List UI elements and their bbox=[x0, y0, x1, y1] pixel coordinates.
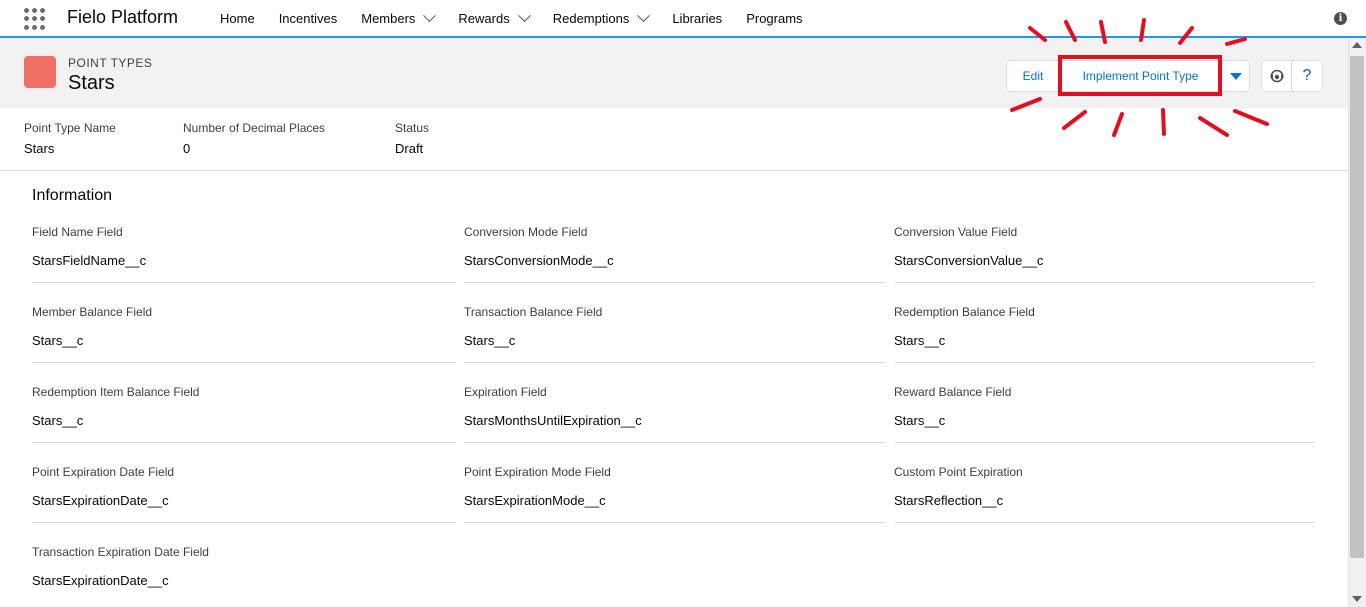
field-value: StarsExpirationDate__c bbox=[32, 493, 169, 508]
scroll-up-arrow-icon[interactable] bbox=[1352, 42, 1362, 48]
field-redemption-balance: Redemption Balance Field Stars__c bbox=[894, 305, 1315, 363]
field-label: Custom Point Expiration bbox=[894, 465, 1023, 479]
field-label: Reward Balance Field bbox=[894, 385, 1012, 399]
field-transaction-balance: Transaction Balance Field Stars__c bbox=[464, 305, 886, 363]
field-value: Stars__c bbox=[464, 333, 516, 348]
field-value: StarsExpirationDate__c bbox=[32, 573, 169, 588]
field-expiration: Expiration Field StarsMonthsUntilExpirat… bbox=[464, 385, 886, 443]
highlight-label: Point Type Name bbox=[24, 121, 116, 135]
field-conversion-value: Conversion Value Field StarsConversionVa… bbox=[894, 225, 1315, 283]
field-label: Redemption Item Balance Field bbox=[32, 385, 200, 399]
field-label: Field Name Field bbox=[32, 225, 123, 239]
scrollbar-thumb[interactable] bbox=[1350, 56, 1364, 558]
field-label: Conversion Mode Field bbox=[464, 225, 588, 239]
highlight-value: 0 bbox=[183, 141, 191, 156]
field-value: Stars__c bbox=[32, 413, 84, 428]
field-label: Point Expiration Mode Field bbox=[464, 465, 611, 479]
field-label: Conversion Value Field bbox=[894, 225, 1018, 239]
field-label: Point Expiration Date Field bbox=[32, 465, 175, 479]
field-value: StarsExpirationMode__c bbox=[464, 493, 606, 508]
field-redemption-item-balance: Redemption Item Balance Field Stars__c bbox=[32, 385, 456, 443]
field-reward-balance: Reward Balance Field Stars__c bbox=[894, 385, 1315, 443]
field-conversion-mode: Conversion Mode Field StarsConversionMod… bbox=[464, 225, 886, 283]
section-title: Information bbox=[32, 187, 113, 204]
highlight-value: Draft bbox=[395, 141, 424, 156]
field-value: Stars__c bbox=[894, 413, 946, 428]
highlights-panel: Point Type Name Stars Number of Decimal … bbox=[0, 108, 1348, 171]
field-value: StarsConversionValue__c bbox=[894, 253, 1044, 268]
field-member-balance: Member Balance Field Stars__c bbox=[32, 305, 456, 363]
field-value: StarsMonthsUntilExpiration__c bbox=[464, 413, 642, 428]
highlight-decimal-places: Number of Decimal Places 0 bbox=[183, 121, 325, 156]
highlight-value: Stars bbox=[24, 141, 55, 156]
highlight-point-type-name: Point Type Name Stars bbox=[24, 121, 116, 156]
field-value: StarsReflection__c bbox=[894, 493, 1004, 508]
field-value: StarsFieldName__c bbox=[32, 253, 147, 268]
scroll-down-arrow-icon[interactable] bbox=[1352, 596, 1362, 602]
field-point-expiration-mode: Point Expiration Mode Field StarsExpirat… bbox=[464, 465, 886, 523]
field-value: Stars__c bbox=[32, 333, 84, 348]
highlight-status: Status Draft bbox=[395, 121, 429, 156]
highlight-label: Status bbox=[395, 121, 430, 135]
highlight-label: Number of Decimal Places bbox=[183, 121, 326, 135]
field-value: Stars__c bbox=[894, 333, 946, 348]
field-label: Transaction Expiration Date Field bbox=[32, 545, 209, 559]
field-label: Member Balance Field bbox=[32, 305, 153, 319]
field-value: StarsConversionMode__c bbox=[464, 253, 614, 268]
field-custom-point-expiration: Custom Point Expiration StarsReflection_… bbox=[894, 465, 1315, 523]
field-transaction-expiration-date: Transaction Expiration Date Field StarsE… bbox=[32, 545, 456, 603]
field-label: Redemption Balance Field bbox=[894, 305, 1035, 319]
field-label: Transaction Balance Field bbox=[464, 305, 603, 319]
field-label: Expiration Field bbox=[464, 385, 547, 399]
field-field-name: Field Name Field StarsFieldName__c bbox=[32, 225, 456, 283]
field-point-expiration-date: Point Expiration Date Field StarsExpirat… bbox=[32, 465, 456, 523]
